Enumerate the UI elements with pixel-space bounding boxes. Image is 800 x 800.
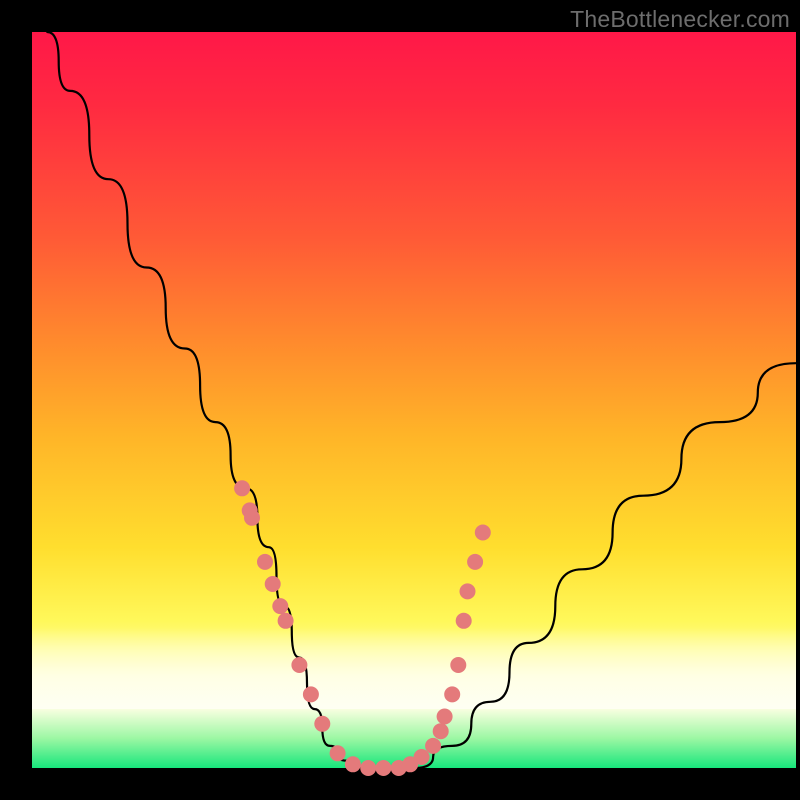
marker-dot	[330, 745, 346, 761]
chart-frame: TheBottlenecker.com	[0, 0, 800, 800]
bottleneck-curve-line	[47, 32, 796, 768]
marker-dot	[291, 657, 307, 673]
marker-dot	[272, 598, 288, 614]
marker-dot	[244, 510, 260, 526]
marker-dot	[278, 613, 294, 629]
marker-dot	[314, 716, 330, 732]
marker-dot	[433, 723, 449, 739]
marker-dot	[303, 686, 319, 702]
marker-dot	[375, 760, 391, 776]
marker-dot	[475, 525, 491, 541]
marker-dot	[345, 756, 361, 772]
marker-dot	[456, 613, 472, 629]
marker-dot	[460, 583, 476, 599]
marker-points-group	[234, 480, 491, 776]
marker-dot	[425, 738, 441, 754]
marker-dot	[360, 760, 376, 776]
chart-svg	[32, 32, 796, 768]
marker-dot	[265, 576, 281, 592]
marker-dot	[234, 480, 250, 496]
watermark-text: TheBottlenecker.com	[570, 6, 790, 33]
plot-area	[32, 32, 796, 768]
marker-dot	[414, 749, 430, 765]
marker-dot	[257, 554, 273, 570]
marker-dot	[444, 686, 460, 702]
marker-dot	[450, 657, 466, 673]
marker-dot	[467, 554, 483, 570]
marker-dot	[437, 709, 453, 725]
